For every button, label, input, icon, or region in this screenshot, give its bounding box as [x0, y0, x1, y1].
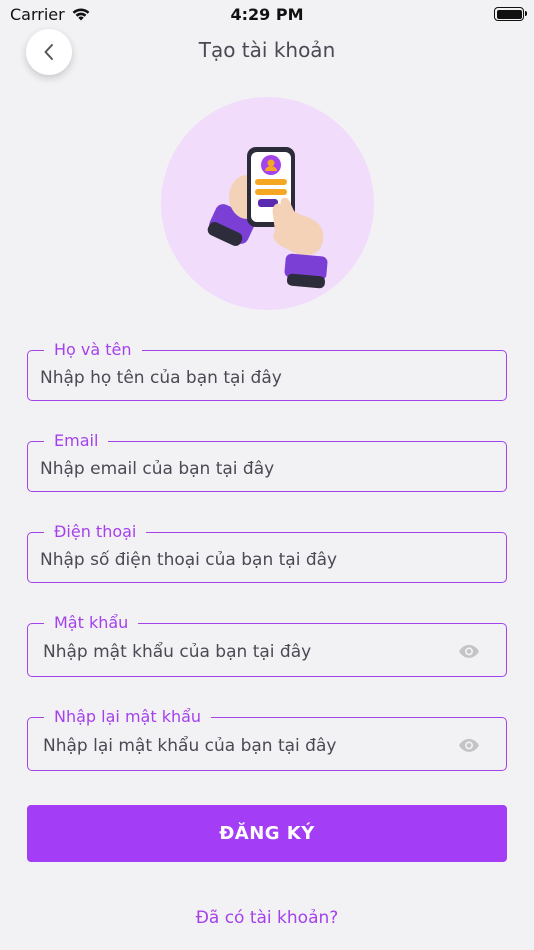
confirm-password-input[interactable] — [43, 718, 458, 770]
full-name-input[interactable] — [40, 351, 458, 400]
password-input[interactable] — [43, 624, 458, 676]
battery-level — [496, 9, 522, 19]
status-bar: Carrier 4:29 PM — [0, 0, 534, 28]
email-field[interactable]: Email — [27, 430, 507, 492]
password-field[interactable]: Mật khẩu — [27, 612, 507, 677]
page-title: Tạo tài khoản — [198, 38, 336, 62]
confirm-password-field[interactable]: Nhập lại mật khẩu — [27, 706, 507, 771]
login-link[interactable]: Đã có tài khoản? — [0, 908, 534, 928]
phone-field[interactable]: Điện thoại — [27, 521, 507, 583]
phone-input[interactable] — [40, 533, 458, 582]
email-input[interactable] — [40, 442, 458, 491]
illustration-circle — [161, 97, 374, 310]
eye-icon[interactable] — [458, 738, 480, 752]
eye-icon[interactable] — [458, 644, 480, 658]
battery-full-icon — [494, 7, 527, 21]
phone-login-hand-illustration — [207, 147, 328, 289]
status-time: 4:29 PM — [230, 5, 304, 24]
register-button[interactable]: ĐĂNG KÝ — [27, 805, 507, 862]
full-name-field[interactable]: Họ và tên — [27, 339, 507, 401]
